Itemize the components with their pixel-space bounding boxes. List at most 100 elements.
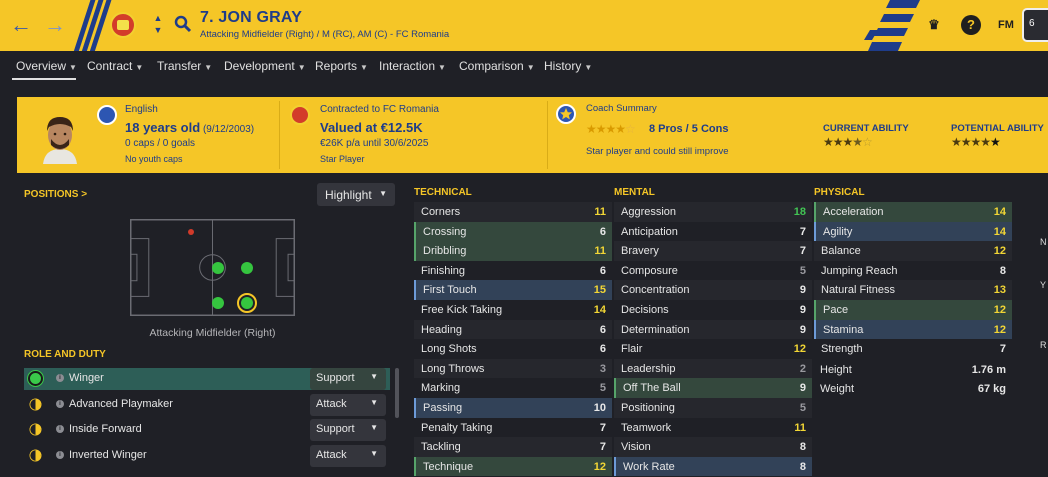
attribute-value: 6 bbox=[599, 264, 606, 277]
attribute-row[interactable]: Strength 7 bbox=[814, 339, 1012, 359]
attribute-row[interactable]: Jumping Reach 8 bbox=[814, 261, 1012, 281]
attribute-row[interactable]: Tackling 7 bbox=[414, 437, 612, 457]
role-name: Winger bbox=[69, 372, 104, 384]
attribute-row[interactable]: Natural Fitness 13 bbox=[814, 280, 1012, 300]
role-row-advanced-playmaker[interactable]: i Advanced Playmaker Attack ▼ bbox=[24, 394, 390, 416]
duty-dropdown[interactable]: Support ▼ bbox=[310, 368, 386, 390]
nationality-flag-icon[interactable] bbox=[97, 105, 117, 125]
attribute-row[interactable]: Long Shots 6 bbox=[414, 339, 612, 359]
tab-overview[interactable]: Overview ▼ bbox=[16, 59, 77, 73]
attribute-value: 2 bbox=[799, 362, 806, 375]
role-row-winger[interactable]: i Winger Support ▼ bbox=[24, 368, 390, 390]
attribute-row[interactable]: Technique 12 bbox=[414, 456, 612, 477]
fm-menu-button[interactable]: FM bbox=[995, 14, 1017, 36]
role-row-inside-forward[interactable]: i Inside Forward Support ▼ bbox=[24, 419, 390, 441]
physical-heading: PHYSICAL bbox=[814, 187, 865, 198]
pros-cons-link[interactable]: 8 Pros / 5 Cons bbox=[649, 123, 728, 135]
attribute-row[interactable]: Agility 14 bbox=[814, 221, 1012, 242]
attribute-row[interactable]: Crossing 6 bbox=[414, 221, 612, 242]
attribute-name: Dribbling bbox=[423, 245, 467, 258]
attribute-row[interactable]: First Touch 15 bbox=[414, 280, 612, 300]
chevron-down-icon: ▼ bbox=[204, 63, 213, 72]
attribute-value: 8 bbox=[799, 441, 806, 454]
attribute-row[interactable]: Dribbling 11 bbox=[414, 241, 612, 261]
forward-arrow-icon[interactable]: → bbox=[42, 12, 68, 38]
highlight-dropdown[interactable]: Highlight ▼ bbox=[317, 183, 395, 206]
contract-status[interactable]: Contracted to FC Romania bbox=[320, 104, 439, 115]
attribute-row[interactable]: Anticipation 7 bbox=[614, 222, 812, 242]
tab-contract[interactable]: Contract ▼ bbox=[87, 59, 143, 73]
attribute-row[interactable]: Composure 5 bbox=[614, 261, 812, 281]
duty-dropdown[interactable]: Attack ▼ bbox=[310, 394, 386, 416]
attribute-name: Positioning bbox=[621, 401, 675, 414]
attribute-row[interactable]: Flair 12 bbox=[614, 339, 812, 359]
attribute-value: 14 bbox=[993, 225, 1006, 238]
club-crest-icon[interactable] bbox=[290, 105, 310, 125]
attribute-row[interactable]: Concentration 9 bbox=[614, 280, 812, 300]
positions-link[interactable]: POSITIONS > bbox=[24, 189, 87, 200]
player-profile-screen: ← → ▲ ▼ 7. JON GRAY Attacking Midfielder … bbox=[0, 0, 1048, 477]
header-bar: ← → ▲ ▼ 7. JON GRAY Attacking Midfielder … bbox=[0, 0, 1048, 51]
player-positions-club: Attacking Midfielder (Right) / M (RC), A… bbox=[200, 29, 450, 40]
role-row-inverted-winger[interactable]: i Inverted Winger Attack ▼ bbox=[24, 445, 390, 467]
player-switch-icon[interactable]: ▲ ▼ bbox=[152, 12, 164, 38]
back-arrow-icon[interactable]: ← bbox=[8, 12, 34, 38]
player-avatar[interactable] bbox=[39, 109, 81, 164]
duty-dropdown[interactable]: Support ▼ bbox=[310, 419, 386, 441]
position-marker-dm-left bbox=[188, 229, 194, 235]
attribute-value: 5 bbox=[799, 264, 806, 277]
attribute-row[interactable]: Determination 9 bbox=[614, 319, 812, 340]
duty-dropdown[interactable]: Attack ▼ bbox=[310, 445, 386, 467]
attribute-row[interactable]: Free Kick Taking 14 bbox=[414, 300, 612, 320]
nationality[interactable]: English bbox=[125, 104, 158, 115]
attribute-name: Teamwork bbox=[621, 421, 672, 434]
tab-development[interactable]: Development ▼ bbox=[224, 59, 306, 73]
info-icon[interactable]: i bbox=[56, 374, 64, 382]
attribute-row[interactable]: Bravery 7 bbox=[614, 241, 812, 261]
attribute-row[interactable]: Balance 12 bbox=[814, 241, 1012, 261]
header-stripes bbox=[72, 0, 113, 51]
caps-goals: 0 caps / 0 goals bbox=[125, 138, 196, 149]
attribute-row[interactable]: Positioning 5 bbox=[614, 397, 812, 418]
tab-interaction[interactable]: Interaction ▼ bbox=[379, 59, 446, 73]
tab-history[interactable]: History ▼ bbox=[544, 59, 592, 73]
info-icon[interactable]: i bbox=[56, 400, 64, 408]
tab-reports[interactable]: Reports ▼ bbox=[315, 59, 368, 73]
attribute-row[interactable]: Passing 10 bbox=[414, 397, 612, 418]
tab-transfer[interactable]: Transfer ▼ bbox=[157, 59, 212, 73]
attribute-row[interactable]: Aggression 18 bbox=[614, 202, 812, 222]
clipped-panel-text: N bbox=[1040, 237, 1047, 247]
attribute-row[interactable]: Decisions 9 bbox=[614, 300, 812, 320]
calendar-continue-button[interactable]: 6 bbox=[1022, 8, 1048, 42]
attribute-row[interactable]: Corners 11 bbox=[414, 202, 612, 222]
attribute-row[interactable]: Heading 6 bbox=[414, 319, 612, 340]
attribute-row[interactable]: Off The Ball 9 bbox=[614, 378, 812, 398]
attribute-row[interactable]: Marking 5 bbox=[414, 378, 612, 398]
roles-scrollbar[interactable] bbox=[395, 368, 399, 418]
attribute-row[interactable]: Teamwork 11 bbox=[614, 418, 812, 438]
help-icon[interactable]: ? bbox=[961, 15, 981, 35]
attribute-row[interactable]: Long Throws 3 bbox=[414, 358, 612, 379]
attribute-row[interactable]: Stamina 12 bbox=[814, 319, 1012, 340]
active-tab-indicator bbox=[12, 78, 76, 80]
club-badge-icon[interactable] bbox=[110, 12, 136, 38]
attribute-name: Jumping Reach bbox=[821, 264, 898, 277]
weight-value: 67 kg bbox=[977, 383, 1006, 395]
attribute-row[interactable]: Finishing 6 bbox=[414, 261, 612, 281]
attribute-row[interactable]: Leadership 2 bbox=[614, 358, 812, 379]
attribute-row[interactable]: Acceleration 14 bbox=[814, 202, 1012, 222]
tab-comparison[interactable]: Comparison ▼ bbox=[459, 59, 535, 73]
info-icon[interactable]: i bbox=[56, 451, 64, 459]
tab-label: Contract bbox=[87, 59, 133, 73]
attribute-row[interactable]: Penalty Taking 7 bbox=[414, 418, 612, 438]
search-icon[interactable] bbox=[174, 15, 192, 33]
height-value: 1.76 m bbox=[971, 364, 1006, 376]
attribute-row[interactable]: Pace 12 bbox=[814, 299, 1012, 320]
attribute-row[interactable]: Vision 8 bbox=[614, 437, 812, 457]
skull-badge-icon[interactable]: ♛ bbox=[923, 14, 945, 36]
attribute-value: 12 bbox=[793, 343, 806, 356]
attribute-row[interactable]: Work Rate 8 bbox=[614, 456, 812, 477]
info-icon[interactable]: i bbox=[56, 425, 64, 433]
attribute-name: Free Kick Taking bbox=[421, 303, 503, 316]
role-name: Inside Forward bbox=[69, 423, 142, 435]
